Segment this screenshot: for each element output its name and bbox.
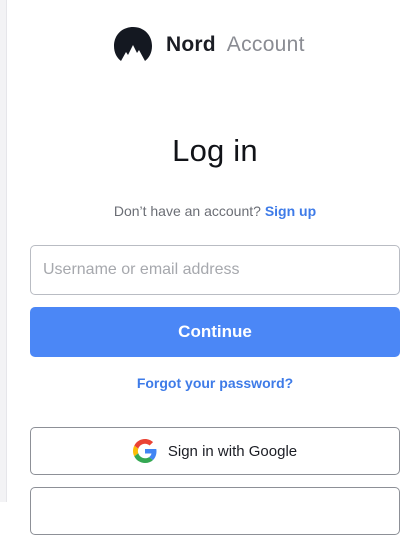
google-g-icon bbox=[132, 439, 157, 463]
signup-prompt-line: Don’t have an account? Sign up bbox=[0, 203, 404, 219]
window-edge bbox=[0, 0, 7, 502]
page-title: Log in bbox=[172, 133, 258, 168]
forgot-password-link[interactable]: Forgot your password? bbox=[0, 375, 404, 391]
brand-header: Nord Account bbox=[113, 26, 305, 64]
alternate-sign-in-button[interactable] bbox=[30, 487, 400, 535]
brand-product: Account bbox=[226, 33, 305, 56]
sign-up-link[interactable]: Sign up bbox=[265, 203, 316, 219]
brand-name: Nord bbox=[166, 33, 216, 56]
google-sign-in-button[interactable]: Sign in with Google bbox=[30, 427, 400, 475]
nord-mountain-icon bbox=[114, 27, 152, 61]
signup-prompt-text: Don’t have an account? bbox=[113, 203, 261, 219]
google-sign-in-label: Sign in with Google bbox=[167, 442, 298, 460]
username-input[interactable] bbox=[30, 245, 400, 295]
continue-button[interactable]: Continue bbox=[30, 307, 400, 357]
